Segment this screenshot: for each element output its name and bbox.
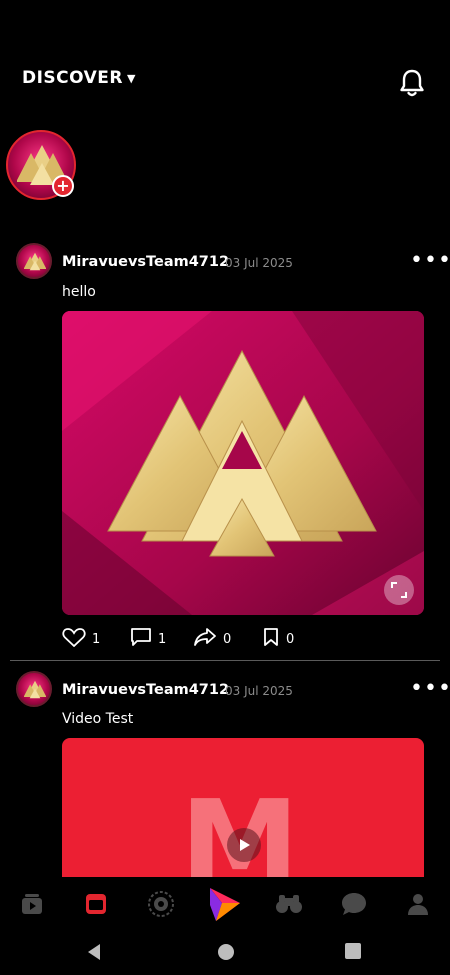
back-icon[interactable]: [86, 943, 102, 965]
share-button[interactable]: 0: [193, 627, 231, 651]
bottom-navigation: [0, 877, 450, 931]
comment-count: 1: [158, 631, 167, 647]
comment-icon: [130, 627, 152, 651]
bell-icon[interactable]: [398, 68, 426, 98]
discover-dropdown[interactable]: DISCOVER ▼: [22, 68, 136, 88]
brand-logo-icon: [24, 680, 46, 699]
page-title: DISCOVER: [22, 68, 124, 88]
bookmark-icon: [262, 627, 280, 651]
play-logo-icon[interactable]: [205, 884, 245, 924]
save-button[interactable]: 0: [262, 627, 294, 651]
expand-icon[interactable]: [384, 575, 414, 605]
post-username[interactable]: MiravuevsTeam4712: [62, 254, 229, 270]
calendar-icon[interactable]: [76, 884, 116, 924]
stories-icon[interactable]: [141, 884, 181, 924]
post-username[interactable]: MiravuevsTeam4712: [62, 682, 229, 698]
caret-down-icon: ▼: [127, 71, 136, 85]
post-date: 03 Jul 2025: [225, 256, 293, 270]
avatar[interactable]: [16, 671, 52, 707]
comment-button[interactable]: 1: [130, 627, 166, 651]
post-video[interactable]: M: [62, 738, 424, 888]
post-image[interactable]: [62, 311, 424, 615]
profile-icon[interactable]: [398, 884, 438, 924]
binoculars-icon[interactable]: [269, 884, 309, 924]
recents-icon[interactable]: [345, 943, 361, 963]
brand-logo-icon: [24, 252, 46, 271]
post-text: Video Test: [62, 711, 134, 727]
home-icon[interactable]: [217, 943, 235, 965]
heart-icon: [62, 627, 86, 651]
post-text: hello: [62, 284, 96, 300]
chat-icon[interactable]: [334, 884, 374, 924]
system-navigation-bar: [0, 931, 450, 975]
like-count: 1: [92, 631, 101, 647]
post-divider: [10, 660, 440, 661]
save-count: 0: [286, 631, 295, 647]
more-options-icon[interactable]: •••: [410, 250, 450, 272]
share-count: 0: [223, 631, 232, 647]
share-icon: [193, 627, 217, 651]
feed-icon[interactable]: [12, 884, 52, 924]
more-options-icon[interactable]: •••: [410, 678, 450, 700]
post-date: 03 Jul 2025: [225, 684, 293, 698]
avatar[interactable]: [16, 243, 52, 279]
like-button[interactable]: 1: [62, 627, 100, 651]
play-button[interactable]: [227, 828, 261, 862]
add-story-button[interactable]: +: [52, 175, 74, 197]
